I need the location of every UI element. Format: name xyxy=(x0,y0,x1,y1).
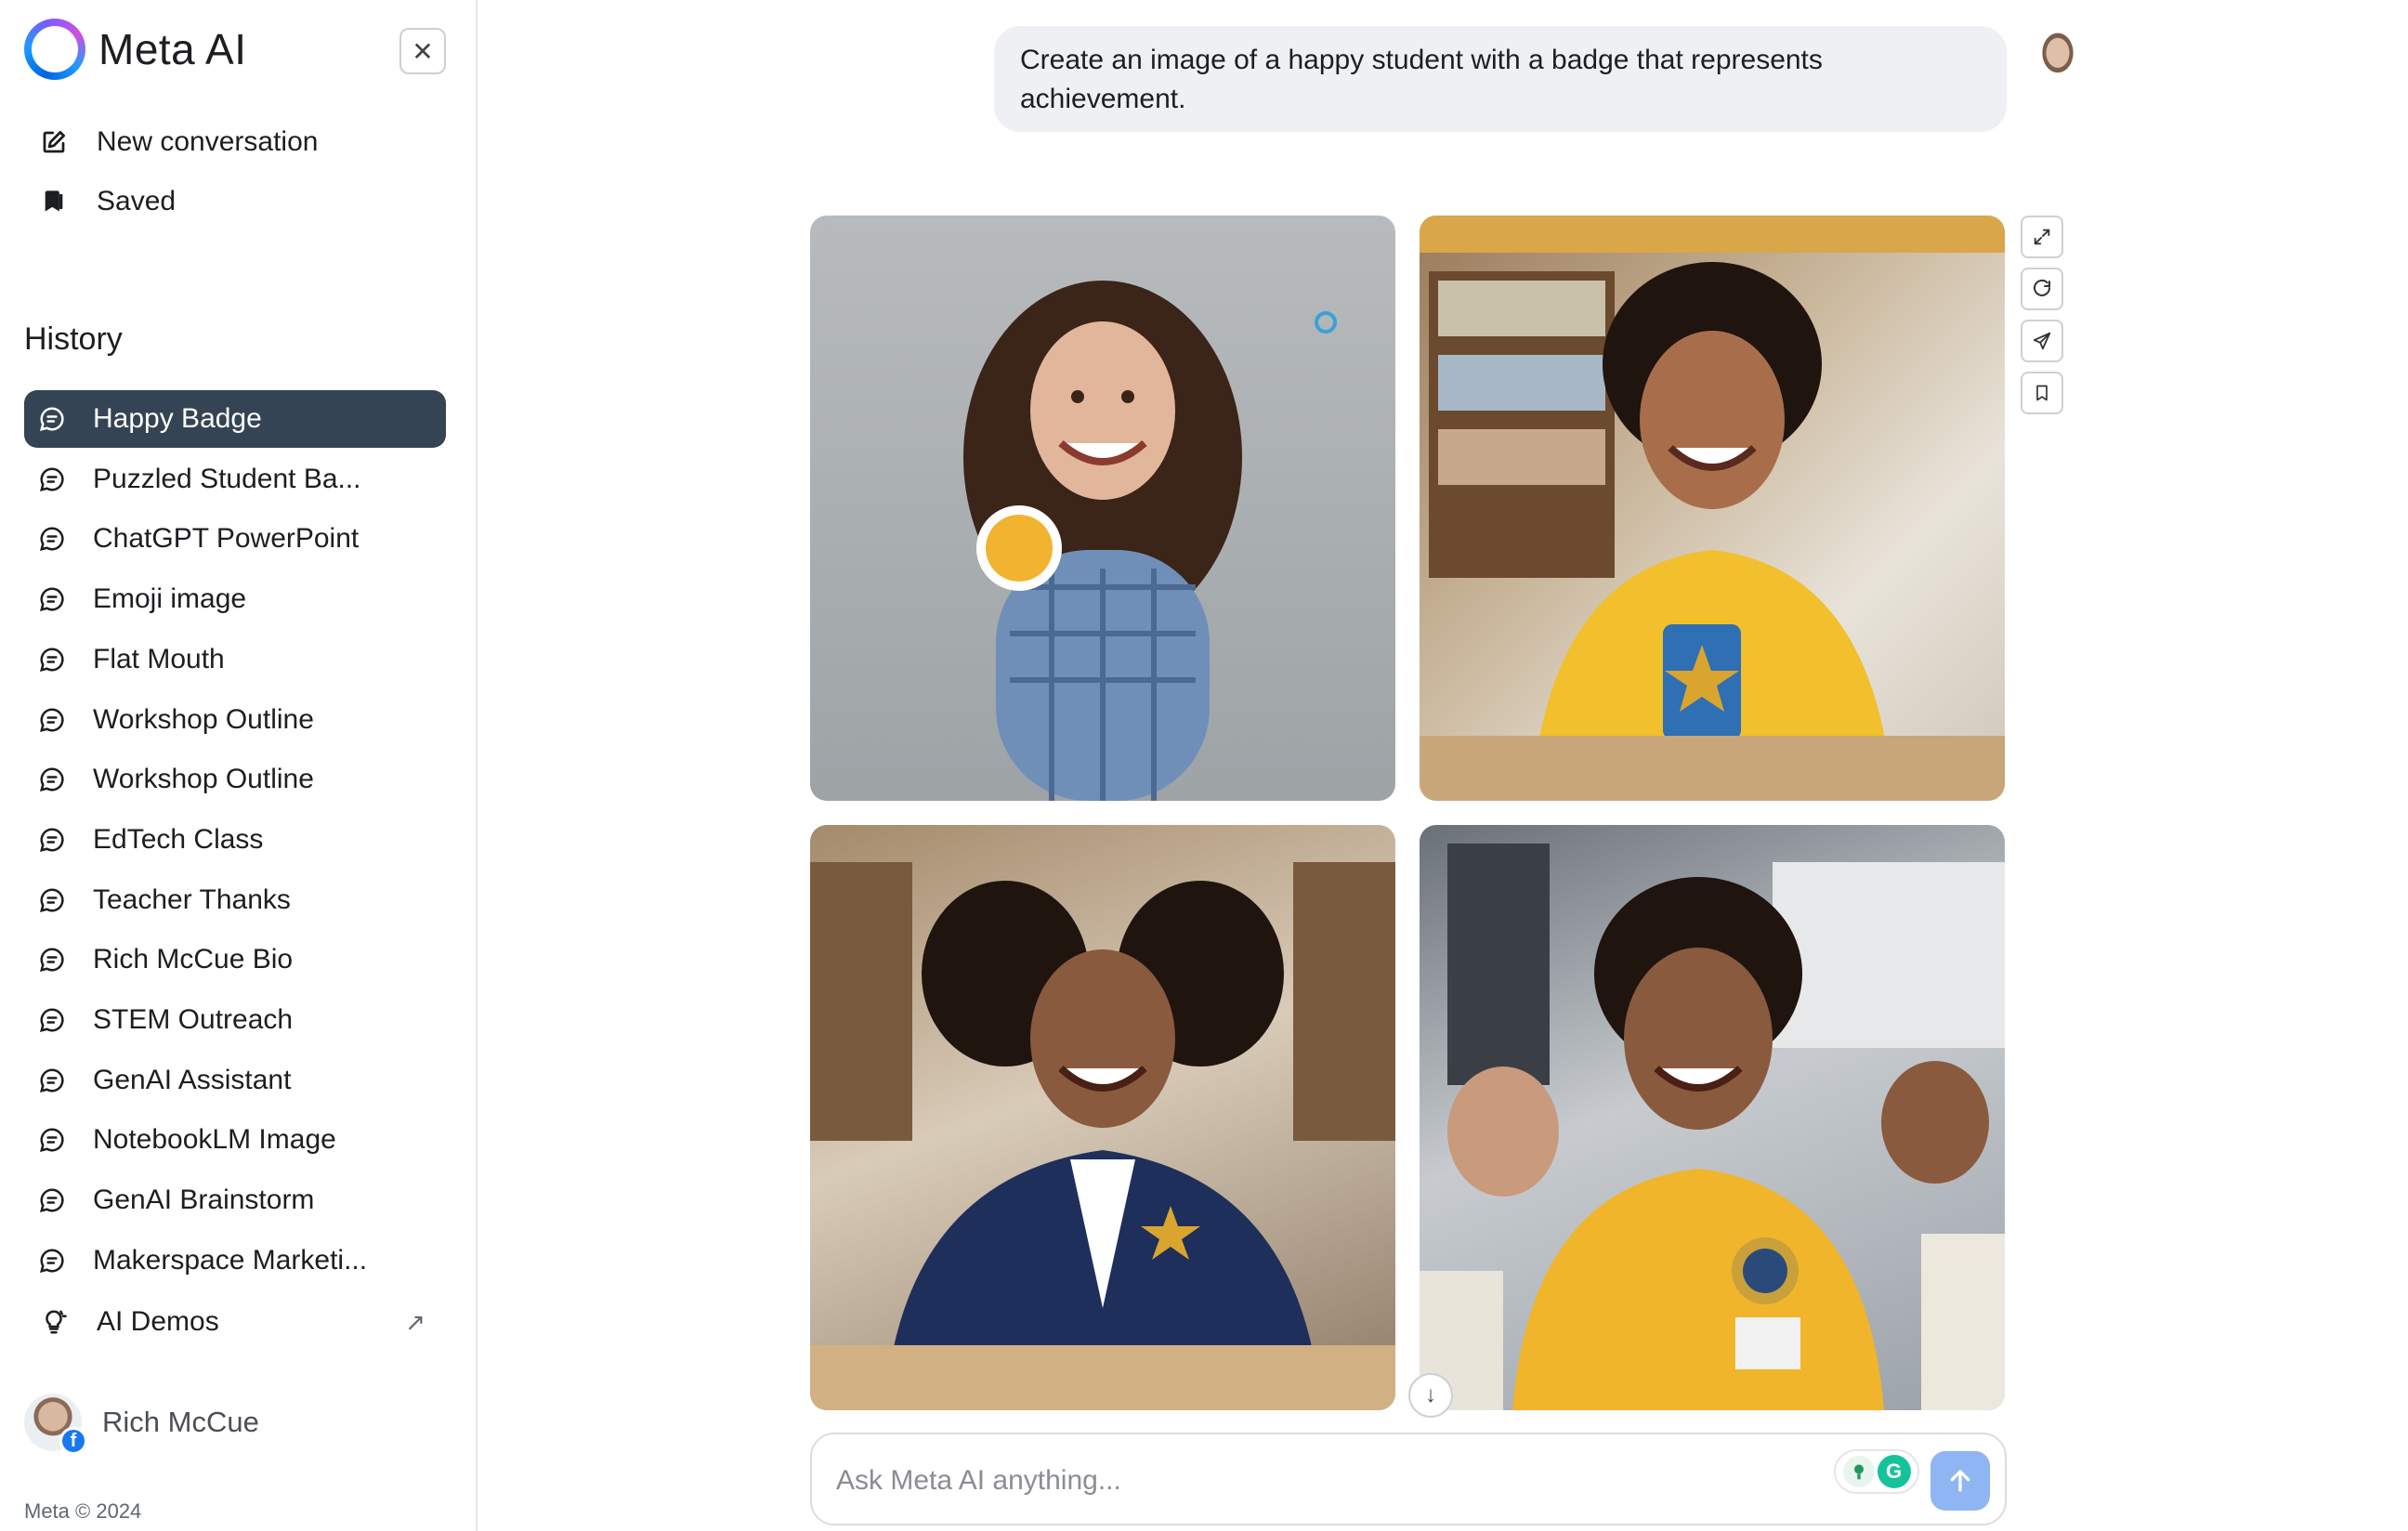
user-prompt-bubble: Create an image of a happy student with … xyxy=(994,26,2007,132)
send-button[interactable] xyxy=(1930,1451,1990,1511)
history-item[interactable]: Happy Badge xyxy=(24,390,446,448)
grammarly-icon[interactable]: G xyxy=(1877,1455,1911,1488)
chat-bubble-icon xyxy=(37,1246,67,1276)
arrow-down-icon: ↓ xyxy=(1425,1382,1436,1407)
bookmark-icon xyxy=(37,185,71,218)
ai-demos-label: AI Demos xyxy=(97,1306,219,1337)
copyright: Meta © 2024 xyxy=(24,1499,142,1523)
student-illustration xyxy=(810,862,1395,1410)
student-illustration xyxy=(963,281,1337,801)
history-item[interactable]: Workshop Outline xyxy=(24,751,446,808)
generated-image-3[interactable] xyxy=(810,825,1395,1410)
chat-bubble-icon xyxy=(37,1005,67,1035)
history-item-label: EdTech Class xyxy=(93,824,264,855)
history-item[interactable]: EdTech Class xyxy=(24,811,446,869)
close-icon: ✕ xyxy=(412,36,434,66)
chat-bubble-icon xyxy=(37,1125,67,1155)
extension-icon[interactable] xyxy=(1842,1456,1875,1487)
chat-bubble-icon xyxy=(37,1185,67,1215)
history-item[interactable]: Flat Mouth xyxy=(24,631,446,688)
save-icon xyxy=(2036,385,2048,401)
user-name: Rich McCue xyxy=(102,1406,259,1438)
history-item-label: Teacher Thanks xyxy=(93,884,291,915)
history-item-label: ChatGPT PowerPoint xyxy=(93,523,360,554)
avatar: f xyxy=(24,1394,87,1455)
history-item[interactable]: Emoji image xyxy=(24,570,446,628)
chat-bubble-icon xyxy=(37,765,67,794)
saved-button[interactable]: Saved xyxy=(24,173,446,230)
chat-bubble-icon xyxy=(37,645,67,674)
history-item[interactable]: Workshop Outline xyxy=(24,691,446,749)
history-item-label: NotebookLM Image xyxy=(93,1124,336,1155)
facebook-icon: f xyxy=(59,1427,87,1455)
external-link-icon: ↗ xyxy=(405,1307,425,1336)
expand-icon xyxy=(2034,229,2050,245)
ai-demos-link[interactable]: AI Demos ↗ xyxy=(24,1293,446,1351)
chat-bubble-icon xyxy=(37,584,67,614)
history-heading: History xyxy=(24,321,123,357)
meta-ai-logo-icon xyxy=(24,19,85,80)
lightbulb-icon xyxy=(37,1305,71,1339)
history-item[interactable]: Teacher Thanks xyxy=(24,871,446,929)
extensions-pill[interactable]: G xyxy=(1834,1449,1919,1494)
regenerate-icon xyxy=(2034,279,2050,296)
expand-button[interactable] xyxy=(2021,216,2063,258)
composer: G xyxy=(810,1433,2007,1525)
history-item[interactable]: Rich McCue Bio xyxy=(24,931,446,988)
history-item-label: GenAI Brainstorm xyxy=(93,1184,315,1215)
history-item[interactable]: GenAI Assistant xyxy=(24,1052,446,1109)
chat-bubble-icon xyxy=(37,825,67,855)
chat-bubble-icon xyxy=(37,705,67,735)
history-item-label: Emoji image xyxy=(93,583,247,614)
history-item-label: Puzzled Student Ba... xyxy=(93,464,361,494)
history-item[interactable]: ChatGPT PowerPoint xyxy=(24,510,446,568)
student-illustration xyxy=(1420,216,2005,801)
close-sidebar-button[interactable]: ✕ xyxy=(399,28,446,74)
history-item-label: GenAI Assistant xyxy=(93,1065,292,1095)
brand[interactable]: Meta AI xyxy=(24,19,246,80)
chat-bubble-icon xyxy=(37,524,67,554)
history-item-label: STEM Outreach xyxy=(93,1004,294,1035)
brand-name: Meta AI xyxy=(98,25,247,73)
new-conversation-label: New conversation xyxy=(97,126,319,157)
save-image-button[interactable] xyxy=(2021,372,2063,414)
user-avatar xyxy=(2031,28,2085,87)
chat-bubble-icon xyxy=(37,465,67,494)
generated-image-1[interactable] xyxy=(810,216,1395,801)
message-input[interactable] xyxy=(836,1457,1765,1505)
history-item-label: Workshop Outline xyxy=(93,764,314,794)
history-item[interactable]: NotebookLM Image xyxy=(24,1111,446,1169)
sidebar: Meta AI ✕ New conversation Saved History… xyxy=(0,0,478,1531)
history-item[interactable]: GenAI Brainstorm xyxy=(24,1171,446,1229)
generated-image-2[interactable] xyxy=(1420,216,2005,801)
history-item[interactable]: Puzzled Student Ba... xyxy=(24,451,446,508)
history-item[interactable]: STEM Outreach xyxy=(24,991,446,1049)
arrow-up-icon xyxy=(1950,1470,1970,1492)
new-conversation-button[interactable]: New conversation xyxy=(24,113,446,171)
history-item-label: Makerspace Marketi... xyxy=(93,1245,368,1276)
saved-label: Saved xyxy=(97,186,177,216)
scroll-down-button[interactable]: ↓ xyxy=(1408,1373,1453,1418)
chat-bubble-icon xyxy=(37,885,67,915)
history-item-label: Flat Mouth xyxy=(93,644,225,674)
share-icon xyxy=(2033,332,2051,350)
generated-image-4[interactable] xyxy=(1420,825,2005,1410)
history-item[interactable]: Makerspace Marketi... xyxy=(24,1232,446,1289)
chat-bubble-icon xyxy=(37,1066,67,1095)
history-item-label: Workshop Outline xyxy=(93,704,314,735)
history-item-label: Rich McCue Bio xyxy=(93,944,294,975)
history-item-label: Happy Badge xyxy=(93,403,262,434)
share-button[interactable] xyxy=(2021,320,2063,362)
regenerate-button[interactable] xyxy=(2021,268,2063,310)
chat-bubble-icon xyxy=(37,404,67,434)
compose-icon xyxy=(37,125,71,159)
user-profile[interactable]: f Rich McCue xyxy=(24,1394,259,1455)
student-illustration xyxy=(1420,844,2005,1410)
chat-bubble-icon xyxy=(37,945,67,975)
generated-images-grid xyxy=(810,216,2007,1412)
